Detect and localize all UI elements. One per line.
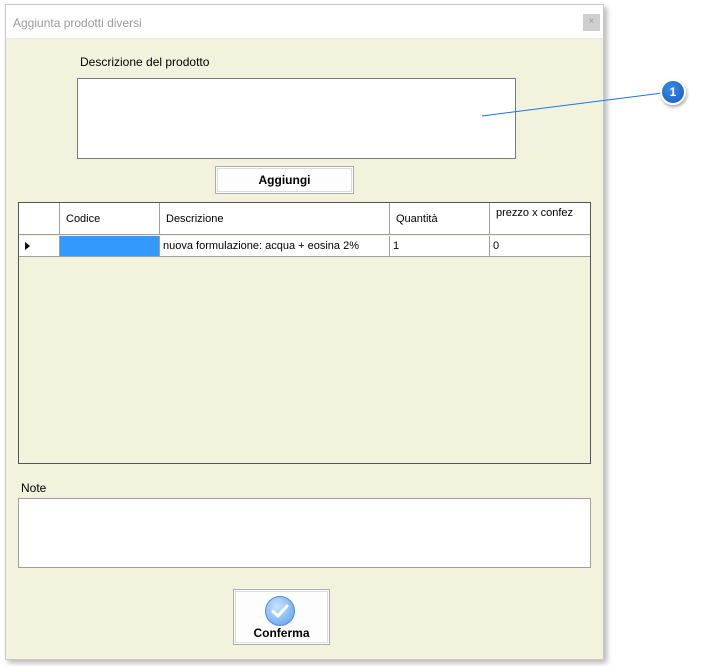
callout-pointer-line [481, 92, 663, 117]
callout-badge: 1 [660, 79, 686, 105]
